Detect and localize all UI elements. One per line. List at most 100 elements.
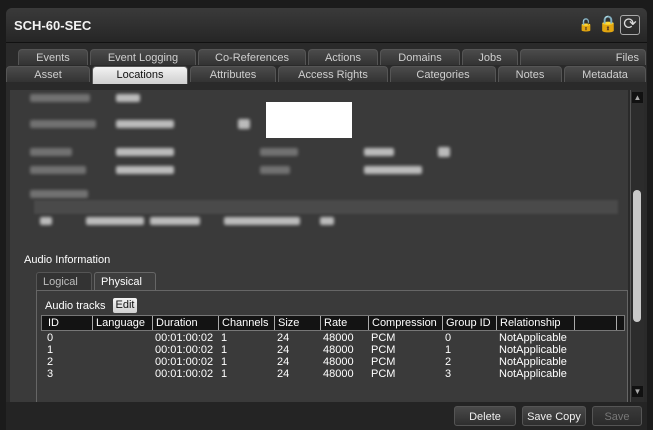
- cell-id: 0: [47, 332, 54, 344]
- cell-group-id: 1: [445, 344, 452, 356]
- edit-button[interactable]: Edit: [113, 298, 137, 313]
- blurred-video-table-header: [34, 200, 618, 214]
- column-header[interactable]: Rate: [324, 317, 347, 329]
- audio-tracks-label: Audio tracks: [45, 300, 106, 312]
- asset-editor-window: SCH-60-SEC 🔓 🔒 ⟳ Events Event Logging Co…: [6, 8, 647, 430]
- tab-categories[interactable]: Categories: [390, 66, 496, 82]
- blurred-cell: [40, 217, 52, 225]
- cell-relationship: NotApplicable: [499, 332, 567, 344]
- column-header[interactable]: Relationship: [500, 317, 561, 329]
- cell-duration: 00:01:00:02: [155, 344, 214, 356]
- cell-relationship: NotApplicable: [499, 368, 567, 380]
- subtab-logical[interactable]: Logical: [36, 272, 92, 290]
- tab-notes[interactable]: Notes: [498, 66, 562, 82]
- vertical-scrollbar[interactable]: ▲ ▼: [630, 90, 644, 402]
- cell-duration: 00:01:00:02: [155, 356, 214, 368]
- tab-asset[interactable]: Asset: [6, 66, 90, 82]
- column-header[interactable]: ID: [48, 317, 59, 329]
- cell-channels: 1: [221, 368, 228, 380]
- tab-row-top: Events Event Logging Co-References Actio…: [6, 49, 647, 66]
- blurred-cell: [320, 217, 334, 225]
- cell-compression: PCM: [371, 368, 396, 380]
- tab-actions[interactable]: Actions: [308, 49, 378, 65]
- cell-rate: 48000: [323, 332, 354, 344]
- scroll-down-icon[interactable]: ▼: [632, 386, 643, 397]
- blurred-dropdown-arrow[interactable]: [238, 119, 250, 129]
- tab-row-bottom: Asset Locations Attributes Access Rights…: [6, 66, 647, 84]
- blurred-dropdown-arrow[interactable]: [438, 147, 450, 157]
- lock-icon[interactable]: 🔒: [598, 15, 618, 35]
- tab-attributes[interactable]: Attributes: [190, 66, 276, 82]
- cell-size: 24: [277, 344, 290, 356]
- blurred-label: [30, 148, 72, 156]
- table-header: ID Language Duration Channels Size Rate …: [41, 315, 625, 331]
- cell-id: 2: [47, 356, 54, 368]
- save-button[interactable]: Save: [592, 406, 642, 426]
- blurred-label: [30, 166, 86, 174]
- blurred-cell: [150, 217, 200, 225]
- cell-size: 24: [277, 332, 290, 344]
- column-header[interactable]: Compression: [372, 317, 437, 329]
- table-row[interactable]: 3 00:01:00:02 1 24 48000 PCM 3 NotApplic…: [41, 368, 625, 381]
- blurred-value: [116, 166, 174, 174]
- audio-section-title: Audio Information: [24, 254, 111, 266]
- cell-rate: 48000: [323, 344, 354, 356]
- cell-size: 24: [277, 356, 290, 368]
- title-bar: SCH-60-SEC 🔓 🔒 ⟳: [6, 8, 647, 43]
- cell-compression: PCM: [371, 332, 396, 344]
- tab-files[interactable]: Files: [520, 49, 646, 65]
- cell-compression: PCM: [371, 356, 396, 368]
- scroll-thumb[interactable]: [633, 190, 641, 322]
- blurred-value: [364, 166, 422, 174]
- tab-access-rights[interactable]: Access Rights: [278, 66, 388, 82]
- cell-duration: 00:01:00:02: [155, 368, 214, 380]
- blurred-cell: [86, 217, 144, 225]
- column-header[interactable]: Group ID: [446, 317, 491, 329]
- tab-co-references[interactable]: Co-References: [198, 49, 306, 65]
- tab-locations[interactable]: Locations: [92, 66, 188, 84]
- subtab-physical[interactable]: Physical: [94, 272, 156, 290]
- column-header[interactable]: Size: [278, 317, 299, 329]
- cell-group-id: 2: [445, 356, 452, 368]
- blurred-cell: [224, 217, 300, 225]
- cell-id: 1: [47, 344, 54, 356]
- column-header[interactable]: Language: [96, 317, 145, 329]
- cell-relationship: NotApplicable: [499, 356, 567, 368]
- cell-channels: 1: [221, 332, 228, 344]
- tab-event-logging[interactable]: Event Logging: [90, 49, 196, 65]
- tab-domains[interactable]: Domains: [380, 49, 460, 65]
- column-header[interactable]: Channels: [222, 317, 268, 329]
- delete-button[interactable]: Delete: [454, 406, 516, 426]
- window-title: SCH-60-SEC: [14, 18, 92, 33]
- tab-jobs[interactable]: Jobs: [462, 49, 518, 65]
- cell-rate: 48000: [323, 356, 354, 368]
- thumbnail-image: [266, 102, 352, 138]
- cell-group-id: 3: [445, 368, 452, 380]
- footer-bar: Delete Save Copy Save: [6, 402, 647, 430]
- cell-size: 24: [277, 368, 290, 380]
- tab-events[interactable]: Events: [18, 49, 88, 65]
- cell-channels: 1: [221, 344, 228, 356]
- tab-metadata[interactable]: Metadata: [564, 66, 646, 82]
- save-copy-button[interactable]: Save Copy: [522, 406, 586, 426]
- cell-relationship: NotApplicable: [499, 344, 567, 356]
- blurred-label: [30, 120, 96, 128]
- cell-duration: 00:01:00:02: [155, 332, 214, 344]
- blurred-label: [260, 148, 298, 156]
- locations-panel: Audio Information Logical Physical Audio…: [10, 90, 628, 402]
- cell-compression: PCM: [371, 344, 396, 356]
- audio-tracks-panel: Audio tracks Edit ID Language Duration C…: [36, 290, 628, 402]
- cell-id: 3: [47, 368, 54, 380]
- cell-group-id: 0: [445, 332, 452, 344]
- scroll-up-icon[interactable]: ▲: [632, 92, 643, 103]
- blurred-value: [364, 148, 394, 156]
- refresh-icon[interactable]: ⟳: [620, 15, 640, 35]
- cell-channels: 1: [221, 356, 228, 368]
- column-header[interactable]: Duration: [156, 317, 198, 329]
- blurred-label: [30, 190, 88, 198]
- blurred-value: [116, 148, 174, 156]
- blurred-label: [30, 94, 90, 102]
- lock-icon[interactable]: 🔓: [576, 15, 596, 35]
- cell-rate: 48000: [323, 368, 354, 380]
- blurred-value: [116, 120, 174, 128]
